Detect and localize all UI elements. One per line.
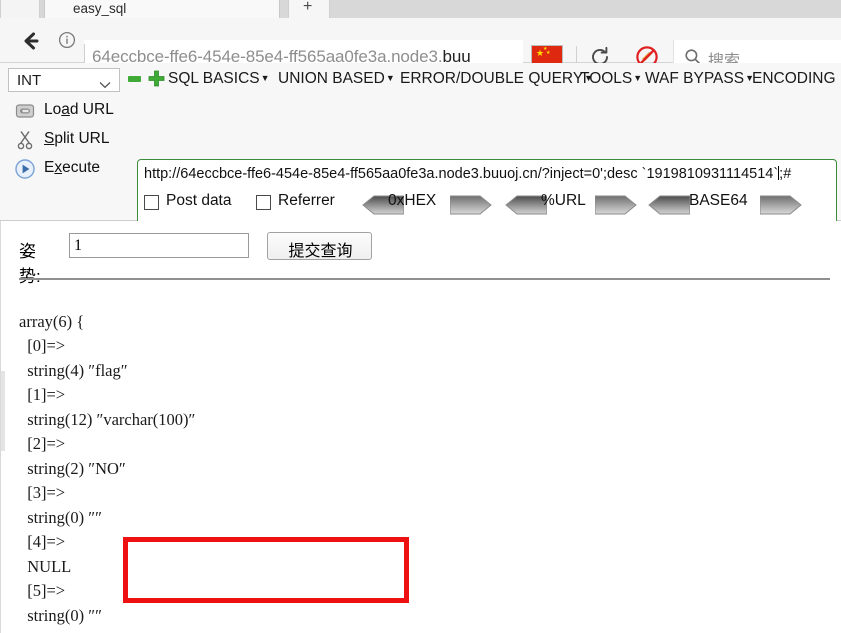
hackbar-menu-waf-bypass[interactable]: WAF BYPASS▼: [645, 70, 754, 88]
hackbar-type-value: INT: [17, 72, 42, 89]
caret-down-icon: ▼: [260, 73, 270, 83]
hackbar-menu-union-based[interactable]: UNION BASED▼: [278, 70, 395, 88]
hackbar-panel: INT SQL BASICS▼ UNION BASED▼ ERROR/DOUBL…: [0, 63, 841, 287]
hackbar-menu-label: ENCODING: [752, 70, 836, 87]
new-tab-button[interactable]: +: [288, 0, 330, 18]
navigation-bar: 64eccbce-ffe6-454e-85e4-ff565aa0fe3a.nod…: [0, 18, 841, 74]
post-data-checkbox[interactable]: [144, 195, 159, 210]
hex-encode-icon[interactable]: [449, 195, 492, 215]
execute-icon: [14, 158, 36, 180]
flag-star-2: ★: [546, 50, 551, 56]
page-content: 姿势: 1 提交查询 array(6) { [0]=> string(4) ″f…: [0, 221, 841, 633]
hackbar-menu-error-double-query[interactable]: ERROR/DOUBLE QUERY▼: [400, 70, 593, 88]
tab-previous[interactable]: [0, 0, 40, 18]
referrer-label: Referrer: [278, 192, 335, 209]
submit-query-label: 提交查询: [288, 243, 353, 260]
back-arrow-icon[interactable]: [16, 26, 46, 56]
base64-label: BASE64: [689, 192, 748, 209]
submit-query-button[interactable]: 提交查询: [267, 232, 372, 260]
split-url-label: Split URL: [44, 130, 110, 147]
tab-title: easy_sql: [73, 1, 127, 16]
hackbar-menu-encoding[interactable]: ENCODING: [752, 70, 836, 88]
minus-icon[interactable]: [128, 76, 141, 82]
hackbar-menu-label: TOOLS: [580, 70, 633, 87]
base64-encode-icon[interactable]: [759, 195, 802, 215]
load-url-button[interactable]: Load URL: [0, 97, 135, 125]
split-url-icon: [14, 129, 36, 151]
base64-decode-icon[interactable]: [648, 195, 691, 215]
hex-label: 0xHEX: [388, 192, 437, 209]
plus-icon: +: [303, 0, 313, 15]
url-label: %URL: [541, 192, 586, 209]
execute-label: Execute: [44, 159, 101, 176]
hackbar-actions: Load URL Split URL Execute: [0, 97, 135, 185]
scrollbar-edge[interactable]: [1, 371, 5, 451]
split-url-button[interactable]: Split URL: [0, 126, 135, 154]
hackbar-type-select[interactable]: INT: [8, 68, 120, 92]
query-input-value: 1: [74, 237, 82, 254]
hackbar-options-row: Post data Referrer 0xHEX %URL BASE64: [0, 185, 841, 221]
execute-button[interactable]: Execute: [0, 155, 135, 183]
post-data-label: Post data: [166, 192, 232, 209]
horizontal-rule: [19, 278, 830, 280]
hackbar-menu-tools[interactable]: TOOLS▼: [580, 70, 642, 88]
browser-window: easy_sql ✕ + 64eccbce-ffe6-454e-85e4-ff5…: [0, 0, 841, 633]
chevron-down-icon: [99, 76, 111, 94]
referrer-checkbox[interactable]: [256, 195, 271, 210]
load-url-icon: [14, 100, 36, 122]
query-input[interactable]: 1: [69, 233, 249, 258]
hackbar-url-line2a: ?inject=0';desc `1919810931114514`: [541, 166, 779, 182]
hackbar-menu-label: UNION BASED: [278, 70, 385, 87]
hackbar-url-line2b: ;#: [779, 166, 792, 182]
hackbar-menu-label: ERROR/DOUBLE QUERY: [400, 70, 584, 87]
caret-down-icon: ▼: [633, 73, 643, 83]
url-encode-icon[interactable]: [594, 195, 637, 215]
hackbar-menu-sql-basics[interactable]: SQL BASICS▼: [168, 70, 270, 88]
browser-tab[interactable]: easy_sql ✕: [44, 0, 316, 18]
info-circle-icon[interactable]: [56, 29, 78, 51]
load-url-label: Load URL: [44, 101, 114, 118]
hackbar-menu-label: SQL BASICS: [168, 70, 260, 87]
hackbar-url-line1: http://64eccbce-ffe6-454e-85e4-ff565aa0f…: [144, 166, 542, 182]
tab-strip: easy_sql ✕ +: [0, 0, 841, 18]
caret-down-icon: ▼: [385, 73, 395, 83]
hackbar-menu-label: WAF BYPASS: [645, 70, 745, 87]
var-dump-output: array(6) { [0]=> string(4) ″flag″ [1]=> …: [19, 311, 196, 633]
plus-icon[interactable]: [148, 70, 165, 87]
